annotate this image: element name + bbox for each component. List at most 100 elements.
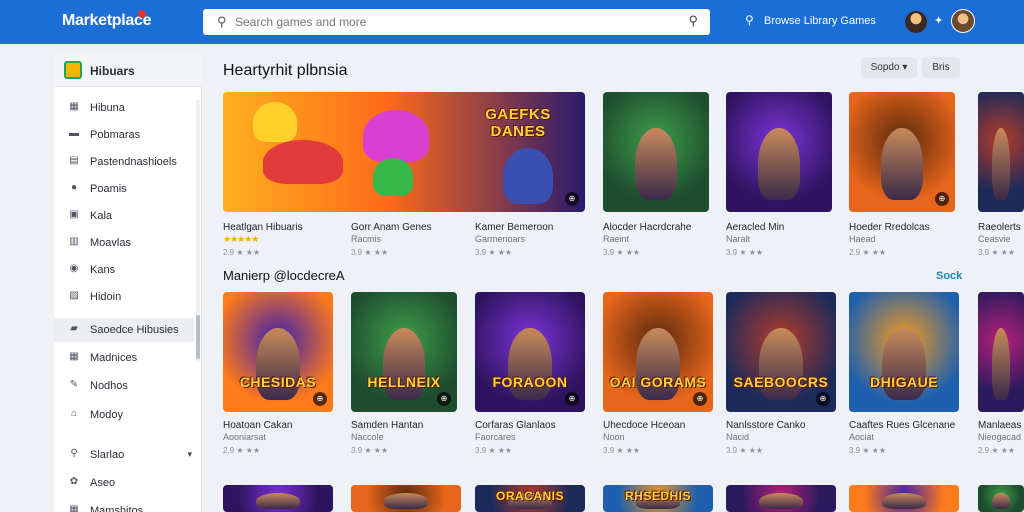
- game-cover-image[interactable]: ⊕: [849, 92, 955, 212]
- game-genre: Garmenoars: [475, 234, 526, 244]
- cover-title-art: CHESIDAS: [239, 373, 317, 390]
- banner-character: [503, 148, 553, 204]
- sidebar-item[interactable]: ◉ Kans: [54, 258, 194, 282]
- game-rating: 3.9 ★ ★★: [849, 446, 887, 455]
- game-cover-image[interactable]: [978, 92, 1024, 212]
- bank-icon: ⌂: [70, 408, 78, 419]
- game-cover-image[interactable]: CHESIDAS ⊕: [223, 292, 333, 412]
- game-genre: Nieogacad: [978, 432, 1022, 442]
- chevron-down-icon[interactable]: ▾: [187, 449, 192, 460]
- sidebar-item-label: Kans: [90, 264, 116, 276]
- sidebar-item-label: Pobmaras: [90, 129, 141, 141]
- sidebar-item[interactable]: ▰ Saoedce Hibusies: [54, 318, 194, 342]
- game-genre: Naralt: [726, 234, 751, 244]
- sidebar-item-label: Slarlao: [90, 449, 125, 461]
- sidebar-item[interactable]: ✎ Nodhos: [54, 374, 194, 398]
- search-icon: ⚲: [70, 448, 78, 459]
- library-icon: [64, 61, 82, 79]
- game-cover-image[interactable]: [726, 92, 832, 212]
- search-bar[interactable]: ⚲ ⚲: [203, 9, 710, 35]
- game-rating: 2.9 ★ ★★: [223, 248, 261, 257]
- game-genre: Noon: [603, 432, 625, 442]
- chart-icon: ▨: [69, 290, 79, 301]
- top-bar: Marketplace ⚲ ⚲ ⚲ Browse Library Games ✦: [0, 0, 1024, 44]
- character-figure: [991, 493, 1011, 510]
- game-genre: Aooniarsat: [223, 432, 267, 442]
- game-genre: Raeint: [603, 234, 630, 244]
- browse-library-link[interactable]: Browse Library Games: [764, 15, 876, 27]
- edit-icon: ✎: [69, 379, 79, 390]
- sidebar-item-label: Hibuna: [90, 102, 125, 114]
- game-cover-image[interactable]: SAEBOOCRS ⊕: [726, 292, 836, 412]
- sidebar-item[interactable]: ▨ Hidoin: [54, 285, 194, 309]
- grid-icon: ▦: [69, 504, 79, 512]
- sort-button[interactable]: Sopdo ▾: [861, 57, 917, 78]
- store-icon: ▣: [69, 209, 79, 220]
- game-title: Alocder Hacrdcrahe: [603, 222, 692, 233]
- browse-search-icon[interactable]: ⚲: [745, 13, 754, 27]
- sidebar-item-label: Saoedce Hibusies: [90, 324, 179, 336]
- game-title: Heatlgan Hibuaris: [223, 222, 303, 233]
- filter-button[interactable]: Bris: [922, 57, 960, 78]
- sidebar-scrollbar-thumb[interactable]: [196, 315, 200, 359]
- cover-title-art: RHSEDHIS: [624, 489, 691, 503]
- character-figure: [991, 328, 1011, 400]
- page-title: Heartyrhit plbnsia: [223, 62, 348, 79]
- sidebar-item[interactable]: ▦ Madnices: [54, 346, 194, 370]
- sidebar-item[interactable]: ▣ Kala: [54, 204, 194, 228]
- film-icon: ▥: [69, 236, 79, 247]
- game-cover-image[interactable]: OAI GORAMS ⊕: [603, 292, 713, 412]
- sidebar-header-label: Hibuars: [90, 64, 135, 78]
- platform-badge-icon: ⊕: [935, 192, 949, 206]
- settings-icon: ✿: [69, 476, 79, 487]
- sparkle-icon[interactable]: ✦: [934, 14, 943, 27]
- game-cover-image[interactable]: [223, 485, 333, 512]
- game-cover-image[interactable]: FORAOON ⊕: [475, 292, 585, 412]
- banner-character: [373, 158, 413, 196]
- sidebar-item-label: Aseo: [90, 477, 116, 489]
- sidebar-item[interactable]: ▦ Mamshitos: [54, 499, 194, 512]
- game-rating: 3.9 ★ ★★: [603, 446, 641, 455]
- featured-banner-image[interactable]: GAEFKS DANES ⊕: [223, 92, 585, 212]
- sidebar-item[interactable]: ▥ Moavlas: [54, 231, 194, 255]
- profile-avatar[interactable]: [951, 9, 975, 33]
- game-genre: Naccole: [351, 432, 384, 442]
- sort-label: Sopdo: [870, 62, 900, 73]
- sidebar-header[interactable]: Hibuars: [54, 53, 202, 87]
- game-cover-image[interactable]: HELLNEIX ⊕: [351, 292, 457, 412]
- sidebar-item[interactable]: ▤ Pastendnashioels: [54, 150, 194, 174]
- window-icon: ▬: [69, 128, 79, 139]
- game-cover-image[interactable]: [849, 485, 959, 512]
- game-cover-image[interactable]: RHSEDHIS: [603, 485, 713, 512]
- character-figure: [759, 493, 803, 510]
- character-figure: [634, 128, 678, 200]
- user-avatar[interactable]: [905, 11, 927, 33]
- game-rating: 3.9 ★ ★★: [726, 248, 764, 257]
- cover-title-art: DHIGAUE: [869, 373, 939, 390]
- rating-stars: ★★★★★: [223, 234, 259, 244]
- search-icon: ⚲: [217, 14, 227, 29]
- search-submit-icon[interactable]: ⚲: [688, 13, 698, 29]
- game-rating: 2.9 ★ ★★: [223, 446, 261, 455]
- sidebar-item[interactable]: ● Poamis: [54, 177, 194, 201]
- sidebar-item[interactable]: ⚲ Slarlao ▾: [54, 443, 194, 467]
- game-cover-image[interactable]: [603, 92, 709, 212]
- sidebar-item[interactable]: ▬ Pobmaras: [54, 123, 194, 147]
- game-cover-image[interactable]: ORACANIS: [475, 485, 585, 512]
- sidebar-item[interactable]: ✿ Aseo: [54, 471, 194, 495]
- see-all-link[interactable]: Sock: [936, 270, 962, 282]
- game-cover-image[interactable]: [978, 485, 1024, 512]
- platform-badge-icon: ⊕: [313, 392, 327, 406]
- game-cover-image[interactable]: [978, 292, 1024, 412]
- game-genre: Haead: [849, 234, 876, 244]
- game-cover-image[interactable]: [351, 485, 461, 512]
- platform-badge-icon: ⊕: [565, 392, 579, 406]
- search-input[interactable]: [235, 13, 675, 31]
- game-title: Raeolerts: [978, 222, 1021, 233]
- sidebar-item[interactable]: ⌂ Modoy: [54, 403, 194, 427]
- sidebar-item[interactable]: ▦ Hibuna: [54, 96, 194, 120]
- game-title: Corfaras Glanlaos: [475, 420, 556, 431]
- cover-title-art: OAI GORAMS: [609, 373, 707, 390]
- game-cover-image[interactable]: [726, 485, 836, 512]
- game-cover-image[interactable]: DHIGAUE: [849, 292, 959, 412]
